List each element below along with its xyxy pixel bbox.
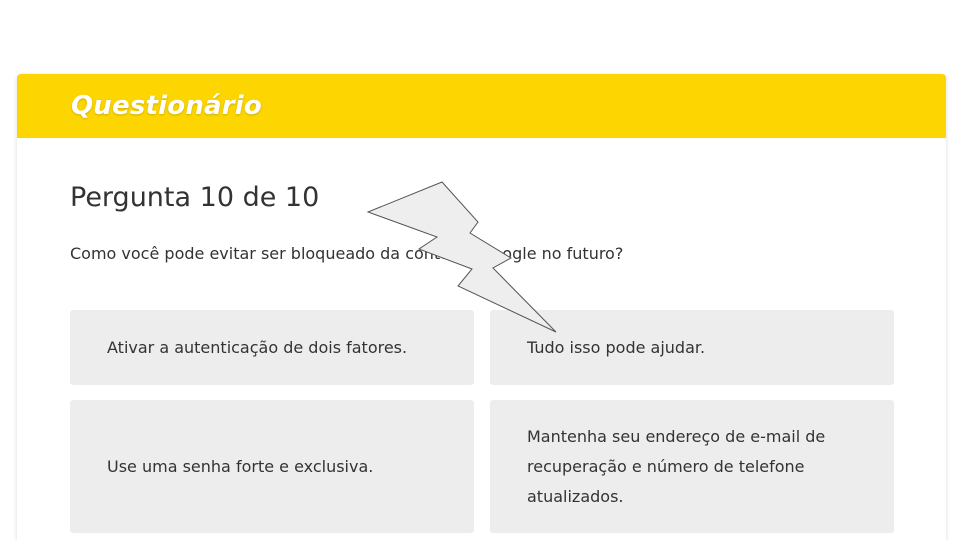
answer-option-label: Tudo isso pode ajudar. (527, 337, 706, 357)
quiz-header: Questionário (17, 74, 946, 138)
answer-option-label: Mantenha seu endereço de e-mail de recup… (527, 426, 826, 506)
quiz-title: Questionário (71, 91, 262, 121)
answer-option-2[interactable]: Tudo isso pode ajudar. (490, 310, 894, 385)
answer-option-3[interactable]: Use uma senha forte e exclusiva. (70, 400, 474, 533)
answer-option-label: Ativar a autenticação de dois fatores. (107, 337, 408, 357)
answer-option-1[interactable]: Ativar a autenticação de dois fatores. (70, 310, 474, 385)
answer-option-label: Use uma senha forte e exclusiva. (107, 456, 374, 476)
question-number: Pergunta 10 de 10 (70, 182, 320, 213)
page: Questionário Pergunta 10 de 10 Como você… (0, 0, 960, 540)
answer-option-4[interactable]: Mantenha seu endereço de e-mail de recup… (490, 400, 894, 533)
quiz-card: Questionário Pergunta 10 de 10 Como você… (17, 74, 946, 540)
question-text: Como você pode evitar ser bloqueado da c… (70, 244, 624, 263)
